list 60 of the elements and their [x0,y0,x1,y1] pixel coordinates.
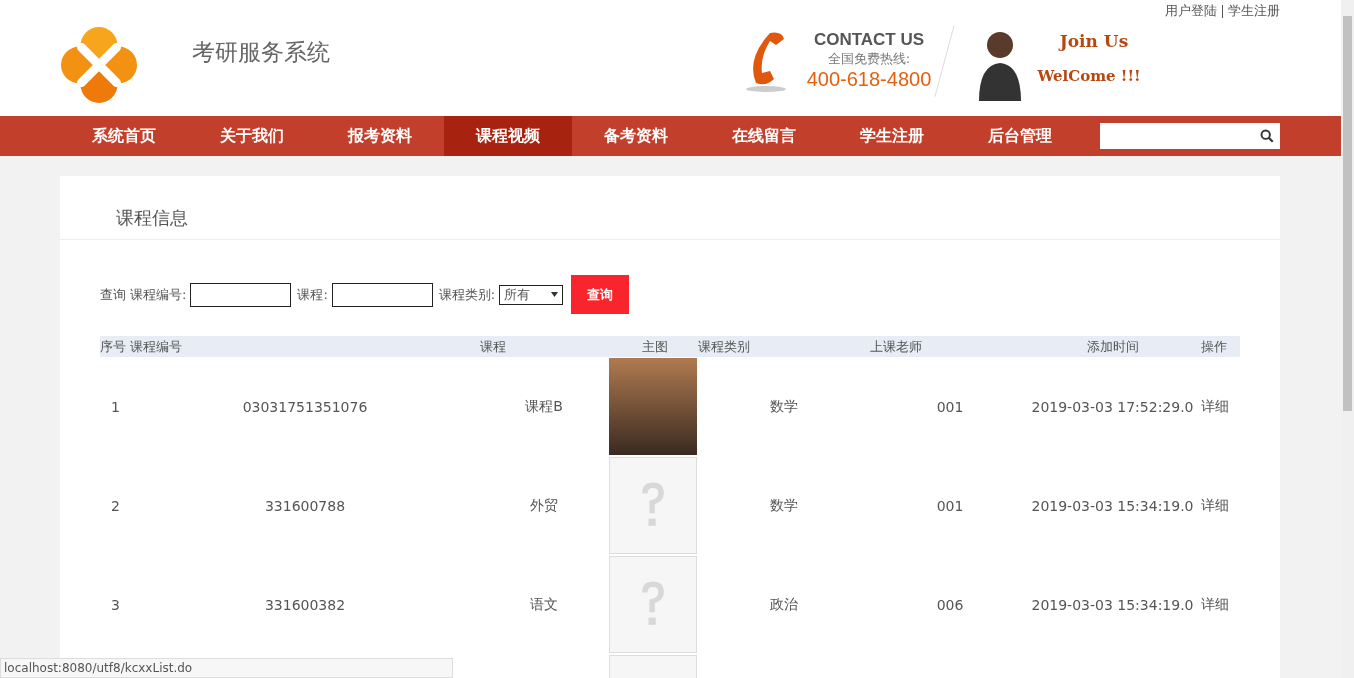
table-cell: 1 [111,398,120,415]
detail-link[interactable]: 详细 [1201,496,1229,513]
nav-tab[interactable]: 在线留言 [700,116,828,156]
column-header: 课程类别 [698,338,751,356]
column-header: 上课老师 [870,338,923,356]
table-cell: 03031751351076 [242,398,368,415]
contact-heading: CONTACT US [812,29,926,50]
input-field[interactable] [331,282,433,307]
detail-link[interactable]: 详细 [1201,397,1229,414]
category-select[interactable]: 所有 [499,284,564,305]
nav-tab[interactable]: 课程视频 [444,116,572,156]
detail-link[interactable]: 详细 [1201,595,1229,612]
column-header: 添加时间 [1086,338,1140,356]
column-header: 课程 [480,338,507,356]
nav-tab[interactable]: 学生注册 [828,116,956,156]
table-cell: 数学 [770,496,798,513]
site-title: 考研服务系统 [192,37,330,67]
top-link[interactable]: 用户登陆 [1165,2,1217,20]
column-header: 操作 [1200,338,1228,356]
table-cell: 课程B [525,397,563,414]
table-cell: 331600788 [264,497,346,514]
panel-title: 课程信息 [60,176,1280,240]
table-cell: 2019-03-03 15:34:19.0 [1031,497,1194,514]
scrollbar[interactable] [1341,0,1354,678]
query-button[interactable]: 查询 [571,275,630,314]
query-label: 查询 [100,285,126,304]
table-cell: 2019-03-03 17:52:29.0 [1031,398,1194,415]
column-header: 课程编号 [130,338,183,356]
table-cell: 数学 [770,397,798,414]
table-cell: 2019-03-03 15:34:19.0 [1031,596,1194,613]
hotline-number: 400-618-4800 [805,67,933,91]
dropdown-arrow-icon [551,292,559,297]
flower-logo-icon [60,25,138,105]
field-label: 课程编号: [130,285,187,304]
table-cell: 331600382 [264,596,346,613]
top-link[interactable]: 学生注册 [1228,2,1280,20]
hotline-label: 全国免费热线: [826,49,912,68]
status-bar-url: localhost:8080/utf8/kcxxList.do [0,658,453,678]
nav-tab[interactable]: 报考资料 [316,116,444,156]
input-field[interactable] [190,282,292,307]
nav-tab[interactable]: 备考资料 [572,116,700,156]
column-header: 主图 [641,338,669,356]
table-cell: 001 [936,398,964,415]
table-cell: 外贸 [530,496,558,513]
table-cell: 001 [936,497,964,514]
field-label: 课程: [297,285,328,304]
nav-tab[interactable]: 系统首页 [60,116,188,156]
column-header: 序号 [100,338,127,356]
table-cell: 语文 [530,595,558,612]
search-field[interactable] [1100,123,1280,149]
nav-tab[interactable]: 后台管理 [956,116,1084,156]
table-cell: 政治 [770,595,798,612]
field-label: 课程类别: [438,285,496,304]
welcome-text: WelCome !!! [1036,67,1142,85]
table-cell: 006 [936,596,964,613]
search-icon [1260,129,1274,143]
nav-tab[interactable]: 关于我们 [188,116,316,156]
table-cell: 3 [111,596,120,613]
join-us-text: Join Us [1057,31,1130,51]
table-cell: 2 [111,497,120,514]
